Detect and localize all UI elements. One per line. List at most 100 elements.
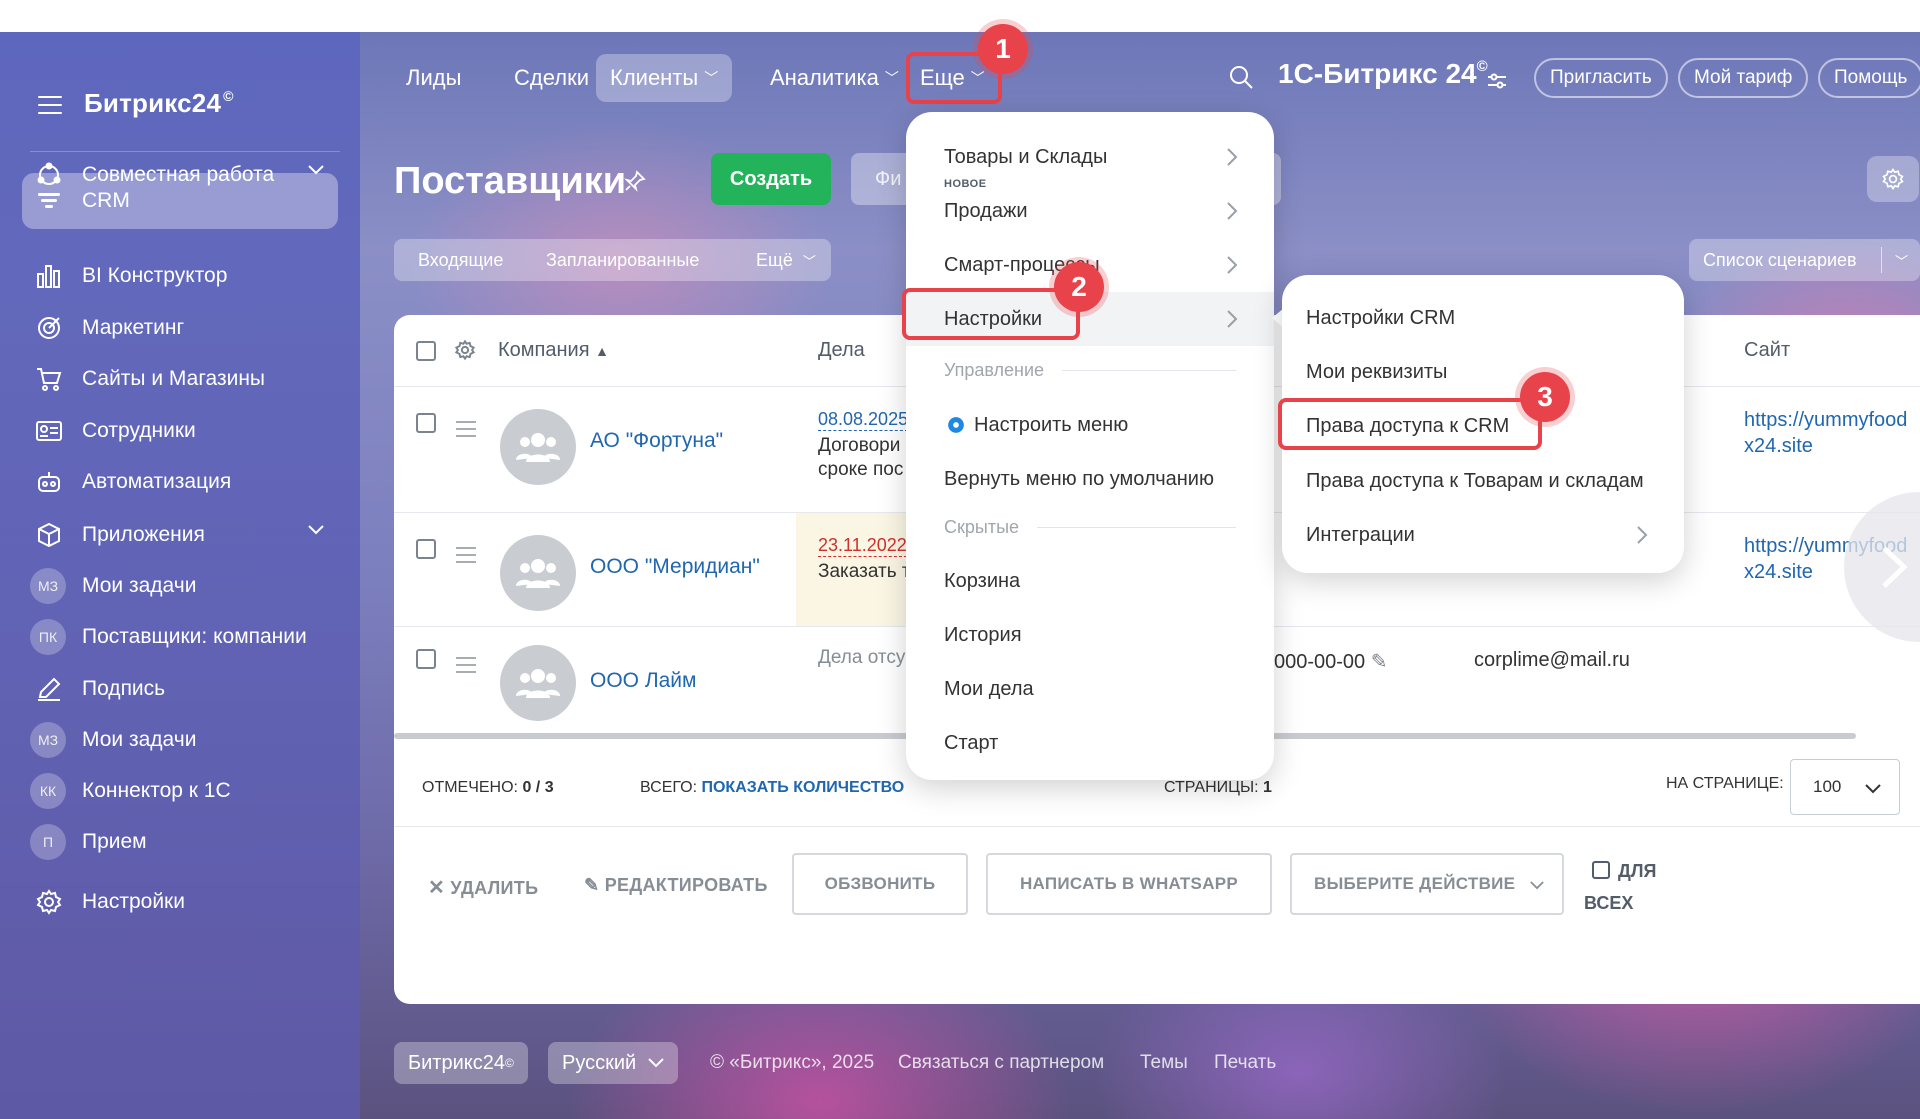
- drag-handle-icon[interactable]: [456, 547, 476, 568]
- id-card-icon: [32, 414, 66, 448]
- menu-item-goods-permissions[interactable]: Права доступа к Товарам и складам: [1282, 454, 1684, 508]
- menu-item-configure[interactable]: Настроить меню: [906, 398, 1274, 452]
- company-avatar: [500, 535, 576, 611]
- portal-name[interactable]: 1С-Битрикс 24©: [1278, 58, 1488, 90]
- per-page-select[interactable]: 100: [1790, 759, 1900, 815]
- partner-link[interactable]: Связаться с партнером: [898, 1052, 1104, 1074]
- for-all-checkbox[interactable]: ДЛЯ ВСЕХ: [1584, 855, 1656, 919]
- sidebar-item-employees[interactable]: Сотрудники: [22, 403, 338, 459]
- delete-button[interactable]: ✕ УДАЛИТЬ: [428, 875, 538, 900]
- help-button[interactable]: Помощь: [1818, 58, 1920, 98]
- menu-item-history[interactable]: История: [906, 608, 1274, 662]
- sidebar-item-label: Поставщики: компании: [82, 625, 307, 648]
- menu-item-my-activities[interactable]: Мои дела: [906, 662, 1274, 716]
- sidebar-item-marketing[interactable]: Маркетинг: [22, 300, 338, 356]
- site-link[interactable]: https://yummyfood x24.site: [1744, 407, 1907, 459]
- deal-deadline-overdue[interactable]: 23.11.2022: [818, 535, 907, 557]
- sidebar-item-settings[interactable]: Настройки: [22, 874, 338, 930]
- menu-item-goods[interactable]: Товары и Склады: [906, 130, 1274, 184]
- sidebar-item-label: Настройки: [82, 890, 185, 913]
- tab-leads[interactable]: Лиды: [392, 54, 475, 102]
- column-header-site[interactable]: Сайт: [1744, 339, 1790, 362]
- language-select[interactable]: Русский: [548, 1042, 679, 1084]
- chevron-right-icon: [1227, 256, 1238, 274]
- more-dropdown-menu: Товары и Склады НОВОЕ Продажи Смарт-проц…: [906, 112, 1274, 780]
- menu-item-integrations[interactable]: Интеграции: [1282, 508, 1684, 562]
- cart-icon: [32, 362, 66, 396]
- row-checkbox[interactable]: [416, 539, 436, 559]
- sidebar-item-automation[interactable]: Автоматизация: [22, 454, 338, 510]
- logo[interactable]: Битрикс24 ©: [84, 88, 234, 119]
- email-value[interactable]: corplime@mail.ru: [1474, 649, 1630, 672]
- edit-button[interactable]: ✎ РЕДАКТИРОВАТЬ: [584, 875, 768, 896]
- whatsapp-button[interactable]: НАПИСАТЬ В WHATSAPP: [986, 853, 1272, 915]
- phone-value[interactable]: 000-00-00 ✎: [1274, 649, 1388, 674]
- sliders-icon[interactable]: [1486, 70, 1508, 92]
- copyright-text: © «Битрикс», 2025: [710, 1052, 875, 1073]
- row-checkbox[interactable]: [416, 649, 436, 669]
- step-badge-3: 3: [1520, 372, 1570, 422]
- menu-item-sales[interactable]: Продажи: [906, 184, 1274, 238]
- menu-item-my-details[interactable]: Мои реквизиты: [1282, 345, 1684, 399]
- tab-analytics[interactable]: Аналитика ﹀: [756, 54, 913, 102]
- create-button[interactable]: Создать: [711, 153, 831, 205]
- print-link[interactable]: Печать: [1214, 1052, 1276, 1074]
- sidebar-item-label: CRM: [82, 189, 130, 212]
- grid-settings-button[interactable]: [1867, 156, 1919, 202]
- sidebar-item-connector-1c[interactable]: КК Коннектор к 1С: [22, 763, 338, 819]
- column-header-deals[interactable]: Дела: [818, 339, 865, 362]
- company-link[interactable]: АО "Фортуна": [590, 429, 723, 453]
- drag-handle-icon[interactable]: [456, 657, 476, 678]
- column-settings-gear-icon[interactable]: [454, 339, 476, 361]
- sidebar-item-signature[interactable]: Подпись: [22, 661, 338, 717]
- menu-item-trash[interactable]: Корзина: [906, 554, 1274, 608]
- tab-clients[interactable]: Клиенты ﹀: [596, 54, 733, 102]
- call-button[interactable]: ОБЗВОНИТЬ: [792, 853, 968, 915]
- highlight-crm-permissions: [1278, 398, 1542, 450]
- cube-icon: [32, 518, 66, 552]
- sidebar-item-reception[interactable]: П Прием: [22, 814, 338, 870]
- menu-section-hidden: Скрытые: [944, 516, 1236, 538]
- deal-deadline[interactable]: 08.08.2025: [818, 409, 909, 431]
- menu-item-reset[interactable]: Вернуть меню по умолчанию: [906, 452, 1274, 506]
- sidebar-item-my-tasks-2[interactable]: МЗ Мои задачи: [22, 712, 338, 768]
- chevron-right-icon: [1227, 202, 1238, 220]
- chevron-right-icon: [1637, 526, 1648, 544]
- my-tariff-button[interactable]: Мой тариф: [1678, 58, 1809, 98]
- chevron-down-icon: [1865, 784, 1881, 794]
- sidebar-item-label: BI Конструктор: [82, 264, 228, 287]
- drag-handle-icon[interactable]: [456, 421, 476, 442]
- search-icon[interactable]: [1228, 64, 1254, 90]
- sidebar-item-label: Мои задачи: [82, 574, 197, 597]
- pages-counter: СТРАНИЦЫ: 1: [1164, 779, 1272, 796]
- sidebar-item-apps[interactable]: Приложения: [22, 507, 338, 563]
- select-all-checkbox[interactable]: [416, 341, 436, 361]
- tab-more-counters[interactable]: Ещё ﹀: [756, 239, 816, 281]
- chevron-down-icon: [1530, 881, 1544, 890]
- show-count-link[interactable]: ПОКАЗАТЬ КОЛИЧЕСТВО: [701, 779, 904, 796]
- pin-icon[interactable]: [624, 170, 646, 192]
- themes-link[interactable]: Темы: [1140, 1052, 1188, 1074]
- sidebar-item-suppliers[interactable]: ПК Поставщики: компании: [22, 609, 338, 665]
- column-header-company[interactable]: Компания ▲: [498, 339, 609, 362]
- sidebar-item-bi[interactable]: BI Конструктор: [22, 248, 338, 304]
- sidebar-item-my-tasks[interactable]: МЗ Мои задачи: [22, 558, 338, 614]
- sidebar-item-sites[interactable]: Сайты и Магазины: [22, 351, 338, 407]
- menu-burger-icon[interactable]: [38, 96, 62, 114]
- invite-button[interactable]: Пригласить: [1534, 58, 1668, 98]
- tab-planned[interactable]: Запланированные: [546, 239, 699, 281]
- row-checkbox[interactable]: [416, 413, 436, 433]
- deal-text: сроке пос: [818, 459, 904, 480]
- menu-item-start[interactable]: Старт: [906, 716, 1274, 770]
- scenarios-button[interactable]: Список сценариев ﹀: [1689, 239, 1920, 281]
- tab-incoming[interactable]: Входящие: [418, 239, 503, 281]
- avatar-badge: КК: [30, 773, 66, 809]
- sidebar-item-crm[interactable]: CRM: [22, 173, 338, 229]
- company-link[interactable]: ООО Лайм: [590, 669, 696, 693]
- menu-item-crm-settings[interactable]: Настройки CRM: [1282, 291, 1684, 345]
- choose-action-select[interactable]: ВЫБЕРИТЕ ДЕЙСТВИЕ: [1290, 853, 1564, 915]
- tab-deals[interactable]: Сделки: [500, 54, 603, 102]
- company-link[interactable]: ООО "Меридиан": [590, 555, 760, 579]
- highlight-settings-item: [902, 288, 1080, 340]
- footer-brand-button[interactable]: Битрикс24 ©: [394, 1042, 528, 1084]
